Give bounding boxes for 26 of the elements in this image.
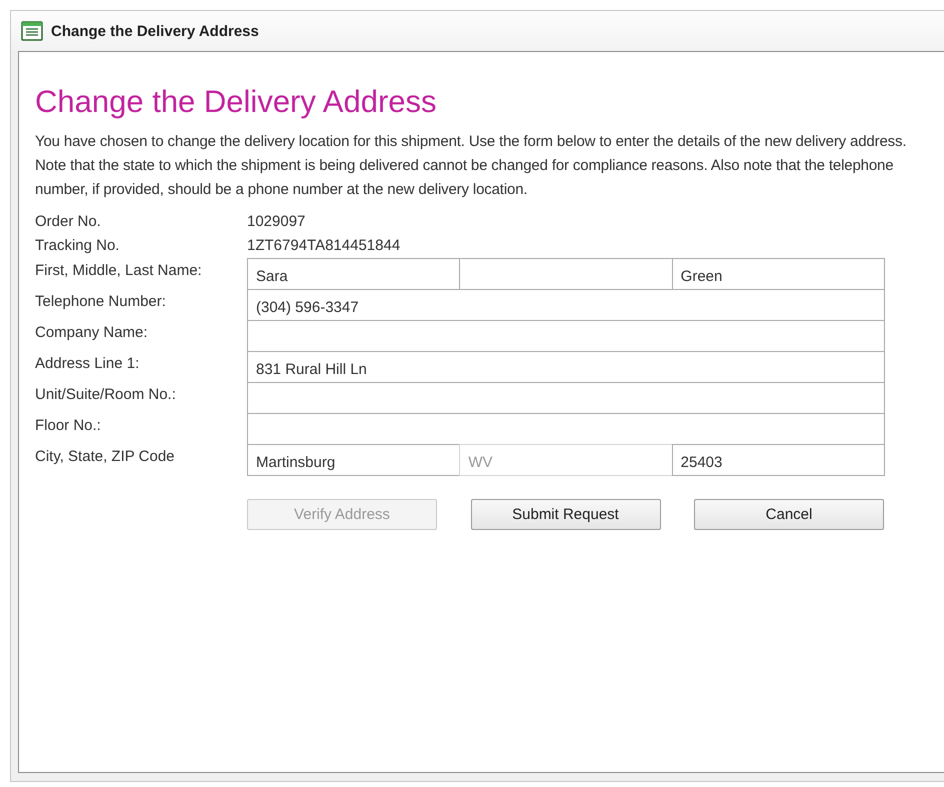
action-button[interactable]: Cancel (694, 499, 884, 530)
field-label: Tracking No. (35, 236, 120, 256)
input-field[interactable]: Martinsburg (247, 444, 460, 476)
input-field[interactable] (247, 382, 885, 414)
field-label: Company Name: (35, 323, 149, 343)
input-field[interactable]: (304) 596-3347 (247, 289, 885, 321)
field-label: First, Middle, Last Name: (35, 261, 203, 281)
field-label: Telephone Number: (35, 292, 167, 312)
page-heading: Change the Delivery Address (35, 84, 438, 120)
window-title: Change the Delivery Address (51, 22, 259, 40)
field-label: Order No. (35, 212, 102, 232)
input-field[interactable]: Green (672, 258, 885, 290)
field-label: Floor No.: (35, 416, 102, 436)
field-label: Unit/Suite/Room No.: (35, 385, 177, 405)
input-field[interactable]: Sara (247, 258, 460, 290)
intro-text: You have chosen to change the delivery location for this shipment. Use the form below to enter the details of the new delivery address. Note that the state to which the shipment is being delivered cannot be changed for compliance reasons. Also note that the telephone number, if provided, should be a phone number at the new delivery location. (35, 132, 908, 200)
input-field[interactable] (247, 413, 885, 445)
form-window-icon (21, 21, 43, 41)
field-value: 1029097 (247, 212, 306, 232)
field-label: Address Line 1: (35, 354, 140, 374)
action-button[interactable]: Submit Request (470, 499, 660, 530)
input-field[interactable]: 25403 (672, 444, 885, 476)
field-value: 1ZT6794TA814451844 (247, 236, 402, 256)
input-field[interactable]: 831 Rural Hill Ln (247, 351, 885, 383)
input-field[interactable] (247, 320, 885, 352)
field-label: City, State, ZIP Code (35, 447, 176, 467)
